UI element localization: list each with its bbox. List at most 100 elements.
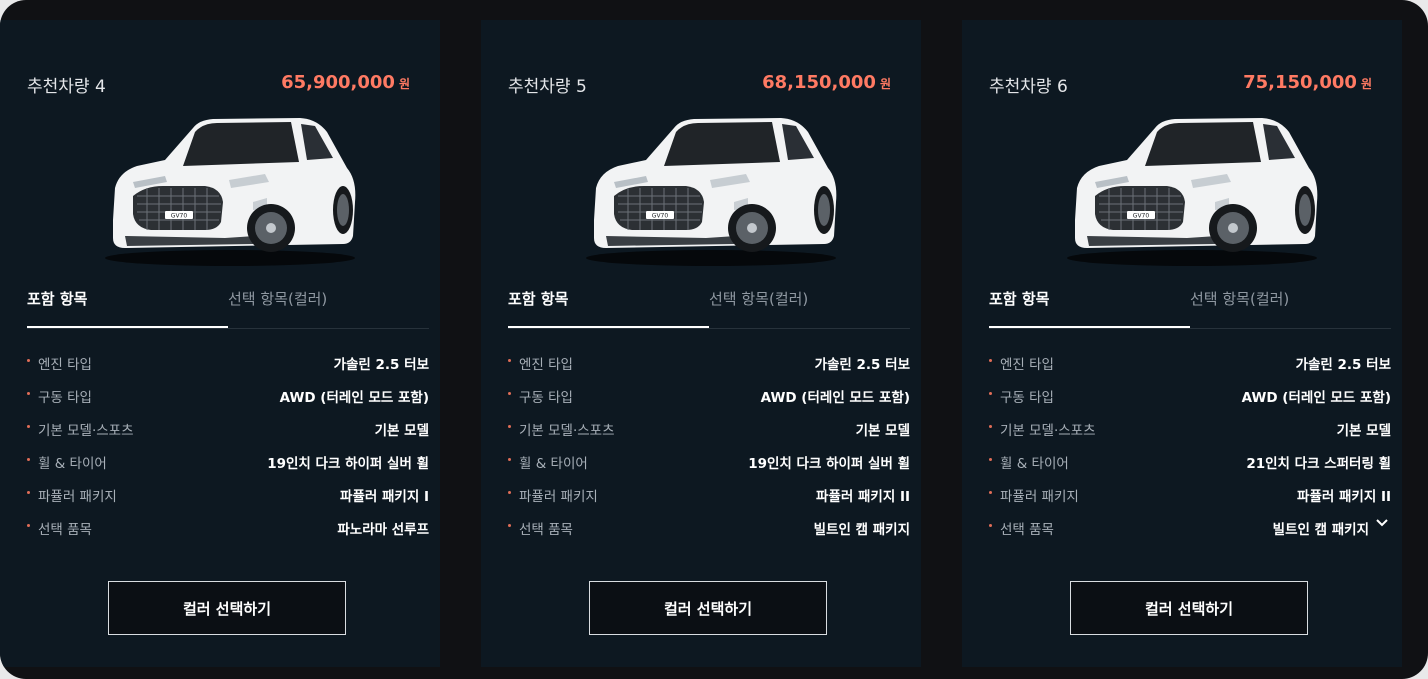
spec-value: 파퓰러 패키지 II: [816, 489, 910, 505]
select-color-button[interactable]: 컬러 선택하기: [589, 581, 827, 635]
tab-included-items[interactable]: 포함 항목: [989, 288, 1190, 328]
recommended-cars-panel: 추천차량 4 65,900,000 원 GV70 포함 항목 선택 항목(컬러)…: [0, 0, 1428, 679]
spec-label: 휠 & 타이어: [519, 456, 588, 472]
bullet-dot: [27, 392, 30, 395]
bullet-dot: [27, 359, 30, 362]
spec-value: 파퓰러 패키지 I: [340, 489, 429, 505]
spec-list: 엔진 타입 가솔린 2.5 터보 구동 타입 AWD (터레인 모드 포함) 기본 …: [27, 353, 429, 551]
spec-value: 가솔린 2.5 터보: [1295, 357, 1391, 373]
bullet-dot: [508, 359, 511, 362]
spec-row-package: 파퓰러 패키지 파퓰러 패키지 II: [508, 485, 910, 518]
spec-label: 엔진 타입: [38, 357, 92, 373]
spec-value: 기본 모델: [374, 423, 429, 439]
bullet-dot: [27, 458, 30, 461]
bullet-dot: [27, 425, 30, 428]
spec-value: 빌트인 캠 패키지: [813, 522, 910, 538]
recommended-car-card-4: 추천차량 4 65,900,000 원 GV70 포함 항목 선택 항목(컬러)…: [0, 20, 440, 667]
spec-label: 엔진 타입: [1000, 357, 1054, 373]
spec-label: 구동 타입: [519, 390, 573, 406]
spec-row-model: 기본 모델·스포츠 기본 모델: [27, 419, 429, 452]
spec-row-options: 선택 품목 빌트인 캠 패키지: [508, 518, 910, 551]
spec-row-drive: 구동 타입 AWD (터레인 모드 포함): [508, 386, 910, 419]
price-unit: 원: [398, 77, 410, 91]
bullet-dot: [508, 524, 511, 527]
spec-label: 휠 & 타이어: [38, 456, 107, 472]
spec-label: 파퓰러 패키지: [38, 489, 117, 505]
spec-row-options: 선택 품목 파노라마 선루프: [27, 518, 429, 551]
spec-row-wheel: 휠 & 타이어 19인치 다크 하이퍼 실버 휠: [508, 452, 910, 485]
bullet-dot: [27, 524, 30, 527]
spec-row-engine: 엔진 타입 가솔린 2.5 터보: [989, 353, 1391, 386]
car-image: GV70: [586, 118, 837, 266]
car-image: GV70: [1067, 118, 1318, 266]
recommended-car-card-5: 추천차량 5 68,150,000 원 GV70 포함 항목 선택 항목(컬러)…: [481, 20, 921, 667]
bullet-dot: [989, 425, 992, 428]
spec-value: 기본 모델: [1336, 423, 1391, 439]
bullet-dot: [989, 392, 992, 395]
car-badge: GV70: [171, 213, 188, 220]
spec-label: 파퓰러 패키지: [1000, 489, 1079, 505]
spec-value: 19인치 다크 하이퍼 실버 휠: [267, 456, 429, 472]
spec-value: 빌트인 캠 패키지: [1272, 522, 1369, 538]
car-badge: GV70: [652, 213, 669, 220]
price-value: 75,150,000: [1243, 72, 1357, 93]
card-price: 75,150,000 원: [1243, 72, 1372, 93]
spec-value: 21인치 다크 스퍼터링 휠: [1246, 456, 1391, 472]
car-image: GV70: [105, 118, 356, 266]
spec-value: 가솔린 2.5 터보: [814, 357, 910, 373]
spec-value: 파노라마 선루프: [337, 522, 429, 538]
bullet-dot: [27, 491, 30, 494]
tab-included-items[interactable]: 포함 항목: [27, 288, 228, 328]
spec-label: 기본 모델·스포츠: [1000, 423, 1096, 439]
price-unit: 원: [879, 77, 891, 91]
bullet-dot: [508, 392, 511, 395]
spec-list: 엔진 타입 가솔린 2.5 터보 구동 타입 AWD (터레인 모드 포함) 기본 …: [989, 353, 1391, 551]
spec-value: 파퓰러 패키지 II: [1297, 489, 1391, 505]
bullet-dot: [989, 491, 992, 494]
spec-row-engine: 엔진 타입 가솔린 2.5 터보: [27, 353, 429, 386]
spec-label: 파퓰러 패키지: [519, 489, 598, 505]
tab-optional-items[interactable]: 선택 항목(컬러): [228, 288, 429, 327]
spec-row-model: 기본 모델·스포츠 기본 모델: [508, 419, 910, 452]
spec-label: 기본 모델·스포츠: [38, 423, 134, 439]
card-price: 65,900,000 원: [281, 72, 410, 93]
spec-value: 가솔린 2.5 터보: [333, 357, 429, 373]
spec-row-model: 기본 모델·스포츠 기본 모델: [989, 419, 1391, 452]
price-value: 65,900,000: [281, 72, 395, 93]
spec-label: 선택 품목: [38, 522, 92, 538]
spec-tabs: 포함 항목 선택 항목(컬러): [508, 288, 910, 329]
spec-label: 기본 모델·스포츠: [519, 423, 615, 439]
price-unit: 원: [1360, 77, 1372, 91]
tab-optional-items[interactable]: 선택 항목(컬러): [709, 288, 910, 327]
card-title: 추천차량 5: [508, 77, 587, 97]
spec-row-package: 파퓰러 패키지 파퓰러 패키지 II: [989, 485, 1391, 518]
card-price: 68,150,000 원: [762, 72, 891, 93]
spec-label: 휠 & 타이어: [1000, 456, 1069, 472]
select-color-button[interactable]: 컬러 선택하기: [108, 581, 346, 635]
card-title: 추천차량 6: [989, 77, 1068, 97]
spec-row-options: 선택 품목 빌트인 캠 패키지: [989, 518, 1391, 551]
spec-label: 선택 품목: [519, 522, 573, 538]
spec-value: 기본 모델: [855, 423, 910, 439]
car-badge: GV70: [1133, 213, 1150, 220]
bullet-dot: [989, 359, 992, 362]
spec-row-drive: 구동 타입 AWD (터레인 모드 포함): [989, 386, 1391, 419]
spec-tabs: 포함 항목 선택 항목(컬러): [989, 288, 1391, 329]
spec-label: 선택 품목: [1000, 522, 1054, 538]
spec-value: AWD (터레인 모드 포함): [760, 390, 910, 406]
tab-included-items[interactable]: 포함 항목: [508, 288, 709, 328]
price-value: 68,150,000: [762, 72, 876, 93]
spec-tabs: 포함 항목 선택 항목(컬러): [27, 288, 429, 329]
recommended-car-card-6: 추천차량 6 75,150,000 원 GV70 포함 항목 선택 항목(컬러)…: [962, 20, 1402, 667]
spec-row-engine: 엔진 타입 가솔린 2.5 터보: [508, 353, 910, 386]
bullet-dot: [989, 458, 992, 461]
bullet-dot: [508, 425, 511, 428]
bullet-dot: [989, 524, 992, 527]
chevron-down-icon[interactable]: [1375, 516, 1389, 530]
spec-value: 19인치 다크 하이퍼 실버 휠: [748, 456, 910, 472]
card-title: 추천차량 4: [27, 77, 106, 97]
spec-row-package: 파퓰러 패키지 파퓰러 패키지 I: [27, 485, 429, 518]
select-color-button[interactable]: 컬러 선택하기: [1070, 581, 1308, 635]
tab-optional-items[interactable]: 선택 항목(컬러): [1190, 288, 1391, 327]
spec-value: AWD (터레인 모드 포함): [279, 390, 429, 406]
